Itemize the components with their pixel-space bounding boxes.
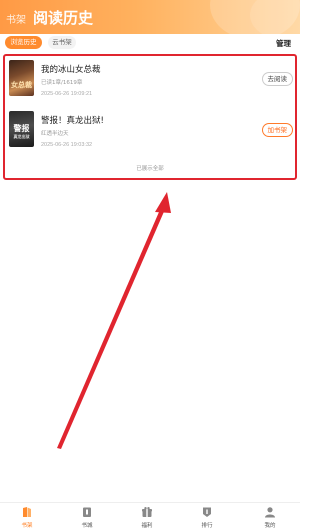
bookshelf-icon [23,507,31,517]
book-cover[interactable]: 女总裁 [9,60,34,96]
nav-item-welfare[interactable]: 福利 [127,505,167,529]
bookstore-icon [83,507,91,517]
rank-icon [203,507,211,517]
cover-title-text: 警报 [13,124,30,133]
tab-bookshelf[interactable]: 书架 [6,11,26,26]
book-progress: 已读1章/1619章 [41,80,83,86]
list-item[interactable]: 警报 真龙出狱 警报！真龙出狱! 红透半边天 2025-06-26 19:03:… [9,111,295,159]
nav-label: 我的 [264,523,276,529]
add-to-shelf-button[interactable]: 加书架 [261,123,293,137]
list-item[interactable]: 女总裁 我的冰山女总裁 已读1章/1619章 2025-06-26 19:09:… [9,60,295,108]
nav-item-bookstore[interactable]: 书城 [67,505,107,529]
manage-button[interactable]: 管理 [276,38,291,49]
book-title: 我的冰山女总裁 [41,65,101,75]
nav-label: 排行 [201,523,213,529]
history-list: 女总裁 我的冰山女总裁 已读1章/1619章 2025-06-26 19:09:… [3,54,297,180]
cover-title-text: 女总裁 [11,81,32,89]
book-timestamp: 2025-06-26 19:03:32 [41,142,93,148]
profile-icon [265,507,275,518]
nav-label: 福利 [141,523,153,529]
book-timestamp: 2025-06-26 19:09:21 [41,91,93,97]
book-title: 警报！真龙出狱! [41,116,104,126]
tab-reading-history[interactable]: 阅读历史 [33,7,93,28]
gift-icon [142,507,152,517]
book-author: 红透半边天 [41,131,69,137]
arrow-shaft [57,205,166,449]
bottom-nav: 书架 书城 福利 排行 我的 [0,502,300,529]
nav-label: 书城 [81,523,93,529]
arrow-head [155,192,171,213]
book-cover[interactable]: 警报 真龙出狱 [9,111,34,147]
filter-cloud-shelf[interactable]: 云书架 [48,36,76,49]
nav-item-bookshelf[interactable]: 书架 [7,505,47,529]
filter-bar [0,34,300,52]
continue-reading-button[interactable]: 去阅读 [261,72,293,86]
nav-item-ranking[interactable]: 排行 [187,505,227,529]
filter-browse-history[interactable]: 浏览历史 [5,36,42,49]
nav-item-profile[interactable]: 我的 [250,505,290,529]
nav-label: 书架 [21,523,33,529]
list-end-note: 已展示全部 [136,166,164,172]
cover-subtitle-text: 真龙出狱 [13,134,30,139]
